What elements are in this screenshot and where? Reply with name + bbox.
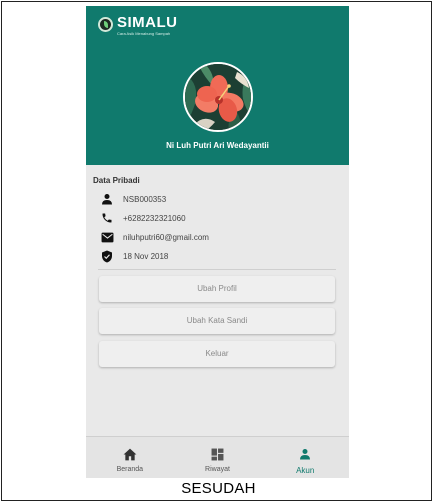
nav-item-history[interactable]: Riwayat	[174, 437, 262, 478]
app-logo: SIMALU Cara Asik Menabung Sampah	[98, 15, 178, 36]
avatar[interactable]	[183, 62, 253, 132]
nav-item-account[interactable]: Akun	[261, 437, 349, 478]
info-row-phone: +6282232321060	[100, 211, 186, 225]
figure-frame: SIMALU Cara Asik Menabung Sampah Ni Luh …	[1, 1, 432, 501]
phone-screen: SIMALU Cara Asik Menabung Sampah Ni Luh …	[86, 6, 349, 478]
info-row-join-date: 18 Nov 2018	[100, 249, 168, 263]
info-row-email: niluhputri60@gmail.com	[100, 230, 209, 244]
phone-icon	[100, 211, 114, 225]
bottom-navigation: Beranda Riwayat Akun	[86, 436, 349, 478]
dashboard-icon	[210, 446, 226, 462]
verified-shield-icon	[100, 249, 114, 263]
edit-profile-button[interactable]: Ubah Profil	[99, 276, 335, 302]
change-password-button[interactable]: Ubah Kata Sandi	[99, 308, 335, 334]
phone-value: +6282232321060	[123, 213, 186, 223]
divider	[98, 269, 336, 270]
join-date-value: 18 Nov 2018	[123, 251, 169, 261]
nav-label-home: Beranda	[116, 466, 144, 473]
home-icon	[122, 446, 138, 462]
profile-header: SIMALU Cara Asik Menabung Sampah Ni Luh …	[86, 6, 349, 165]
member-id-value: NSB000353	[123, 194, 167, 204]
logo-name: SIMALU	[117, 14, 178, 31]
info-row-member-id: NSB000353	[100, 192, 166, 206]
leaf-logo-icon	[98, 17, 113, 32]
person-icon	[100, 192, 114, 206]
section-title-personal-data: Data Pribadi	[93, 176, 140, 185]
profile-name: Ni Luh Putri Ari Wedayantii	[166, 141, 269, 150]
email-value: niluhputri60@gmail.com	[123, 232, 209, 242]
logo-tagline: Cara Asik Menabung Sampah	[117, 31, 171, 36]
mail-icon	[100, 230, 114, 244]
nav-item-home[interactable]: Beranda	[86, 437, 174, 478]
nav-label-history: Riwayat	[205, 466, 230, 473]
person-icon	[297, 446, 313, 462]
avatar-flower-image	[185, 64, 251, 130]
nav-label-account: Akun	[296, 466, 315, 475]
figure-caption: SESUDAH	[181, 480, 256, 497]
logout-button[interactable]: Keluar	[99, 341, 335, 367]
